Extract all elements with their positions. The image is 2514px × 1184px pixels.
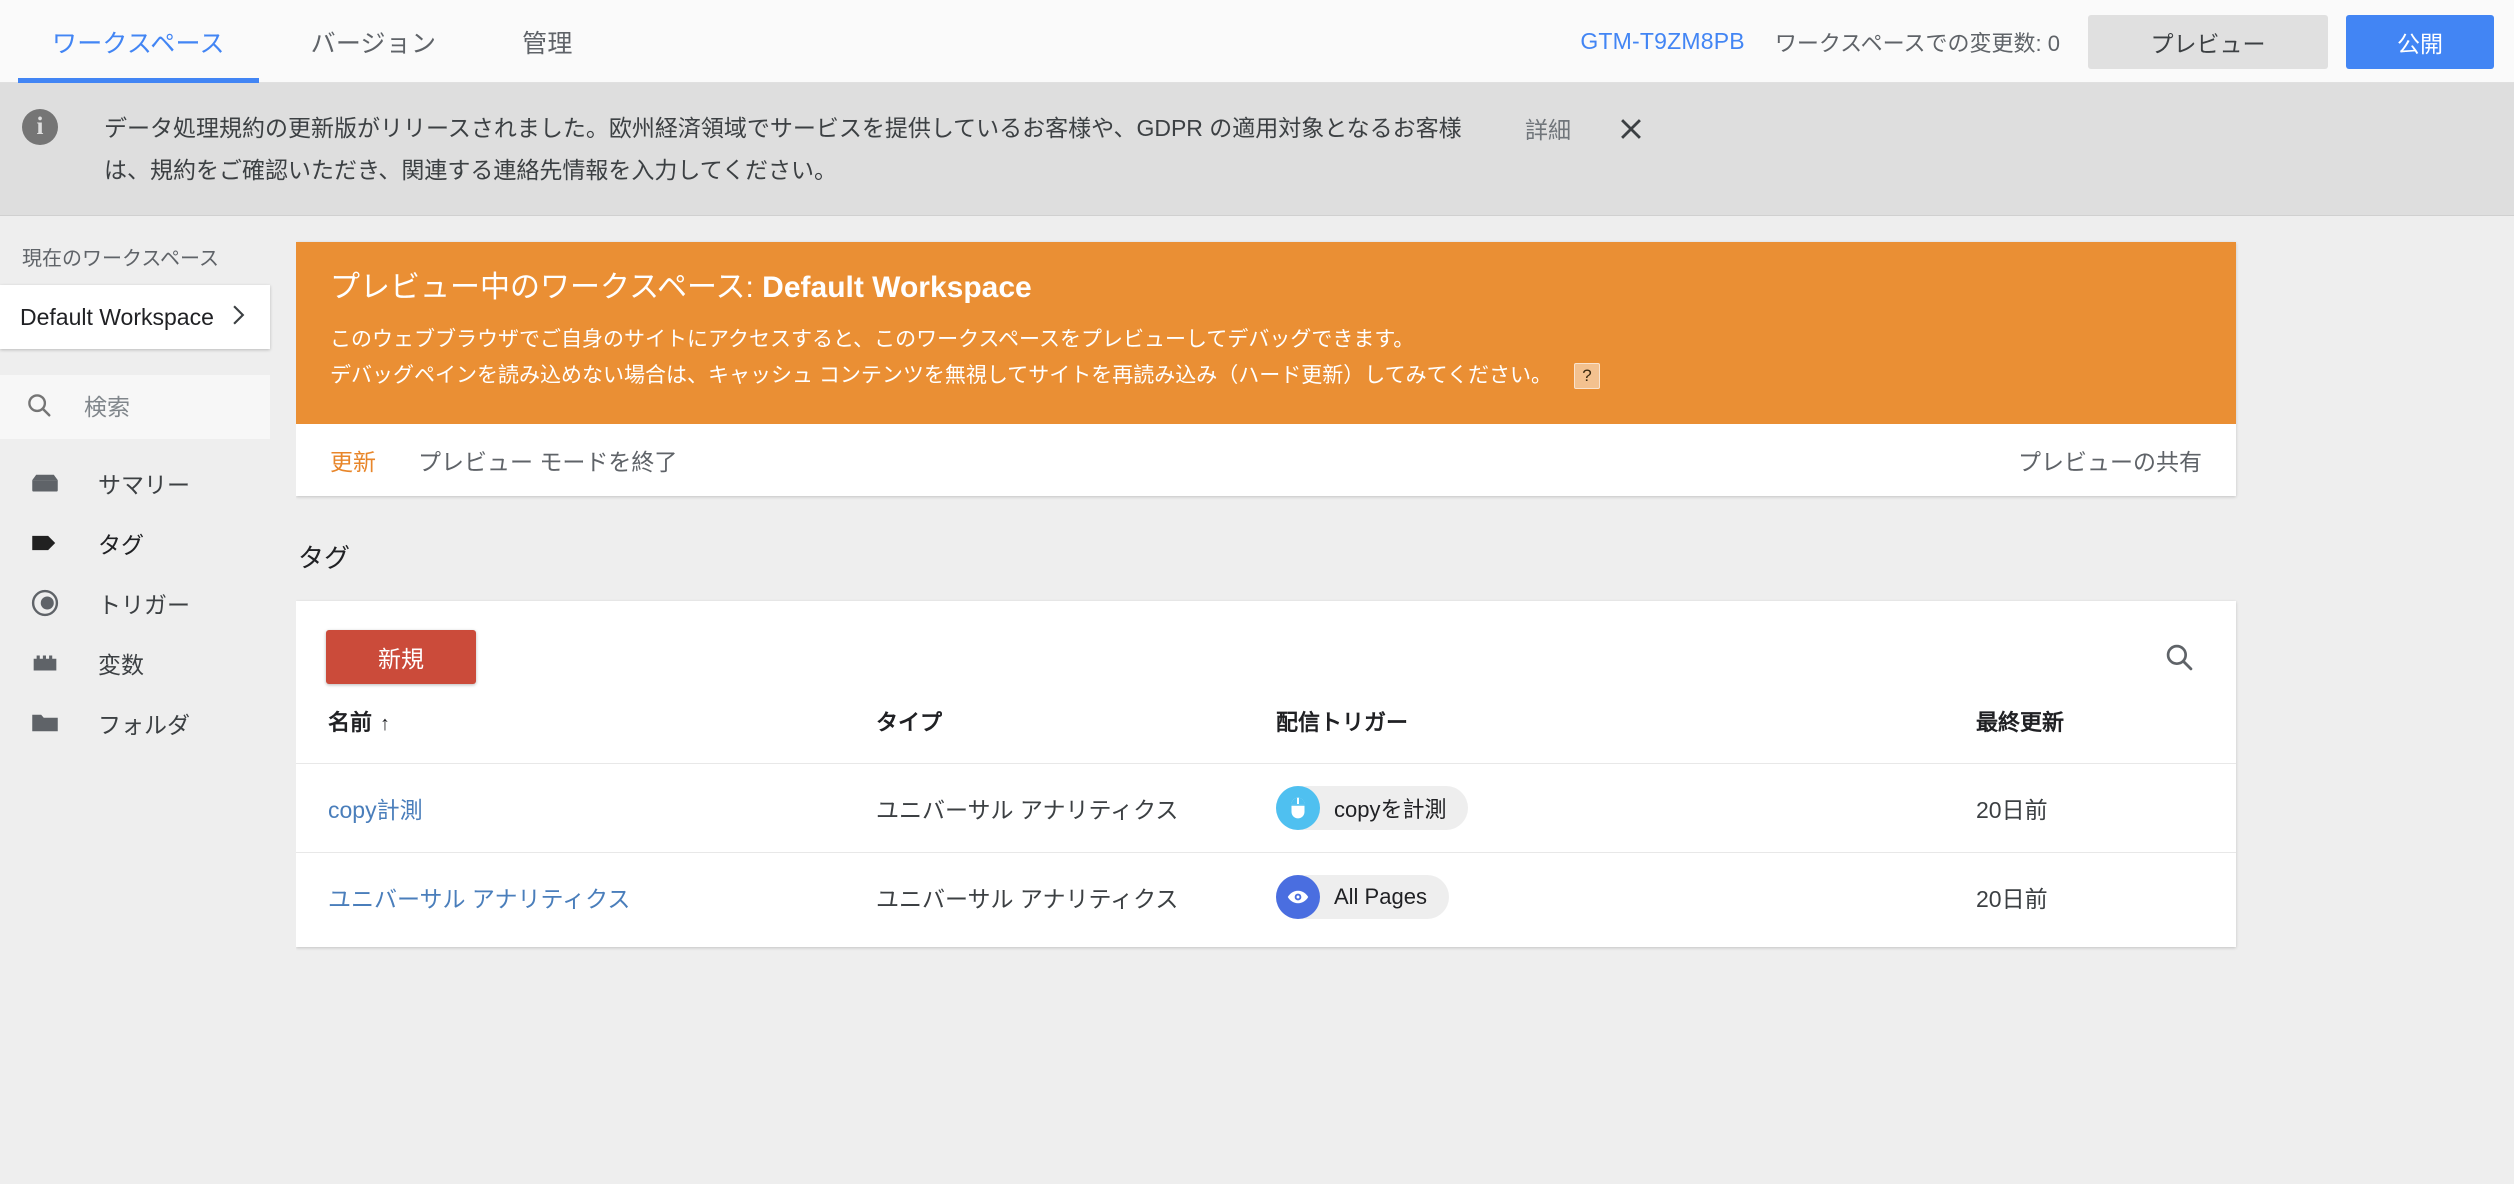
variable-icon: [26, 644, 64, 682]
tags-table-head: 名前 ↑ タイプ 配信トリガー 最終更新: [296, 695, 2236, 764]
column-header-name-label: 名前: [328, 710, 373, 735]
tags-table-card: 新規 名前 ↑ タイプ 配信トリガー 最終更新 copy計測 ユニバーサル アナ…: [296, 601, 2236, 947]
sidebar-item-tags[interactable]: タグ: [0, 513, 296, 573]
main-content: プレビュー中のワークスペース: Default Workspace このウェブブ…: [296, 216, 2514, 1184]
preview-banner-title: プレビュー中のワークスペース: Default Workspace: [330, 268, 2202, 308]
sidebar-item-folders-label: フォルダ: [98, 712, 190, 738]
sidebar-nav: サマリー タグ トリガー 変数 フォルダ: [0, 453, 296, 753]
preview-button[interactable]: プレビュー: [2088, 14, 2328, 69]
trigger-chip[interactable]: copyを計測: [1276, 786, 1469, 830]
trigger-chip[interactable]: All Pages: [1276, 875, 1449, 919]
sidebar-item-triggers-label: トリガー: [98, 592, 190, 618]
preview-workspace-card: プレビュー中のワークスペース: Default Workspace このウェブブ…: [296, 242, 2236, 496]
sort-ascending-icon: ↑: [380, 713, 391, 735]
tags-table-body: copy計測 ユニバーサル アナリティクス copyを計測 20日前 ユニバーサ…: [296, 763, 2236, 941]
column-header-trigger[interactable]: 配信トリガー: [1276, 695, 1976, 764]
tab-workspace-label: ワークスペース: [52, 29, 225, 58]
column-header-type[interactable]: タイプ: [876, 695, 1276, 764]
workspace-name: Default Workspace: [20, 303, 214, 330]
current-workspace-label: 現在のワークスペース: [22, 248, 219, 270]
search-icon[interactable]: [2156, 634, 2202, 680]
table-row[interactable]: ユニバーサル アナリティクス ユニバーサル アナリティクス All Pages …: [296, 852, 2236, 941]
sidebar: 現在のワークスペース Default Workspace 検索 サマリー タグ …: [0, 216, 296, 1184]
tag-type-cell: ユニバーサル アナリティクス: [876, 763, 1276, 853]
table-header-row: 名前 ↑ タイプ 配信トリガー 最終更新: [296, 695, 2236, 764]
tags-section-heading: タグ: [298, 543, 351, 573]
search-icon: [24, 390, 54, 425]
preview-actions-bar: 更新 プレビュー モードを終了 プレビューの共有: [296, 424, 2236, 496]
info-icon: i: [22, 109, 58, 145]
tag-type-cell: ユニバーサル アナリティクス: [876, 852, 1276, 941]
publish-button[interactable]: 公開: [2346, 14, 2494, 69]
folder-icon: [26, 704, 64, 742]
search-input[interactable]: [84, 393, 244, 421]
tag-updated-cell: 20日前: [1976, 852, 2236, 941]
tag-updated-cell: 20日前: [1976, 763, 2236, 853]
sidebar-item-variables[interactable]: 変数: [0, 633, 296, 693]
main-tabs: ワークスペース バージョン 管理: [0, 0, 607, 83]
preview-line1-text: このウェブブラウザでご自身のサイトにアクセスすると、このワークスペースをプレビュ…: [330, 328, 1415, 351]
chevron-right-icon: [224, 302, 250, 333]
tab-workspace[interactable]: ワークスペース: [18, 0, 259, 83]
sidebar-item-triggers[interactable]: トリガー: [0, 573, 296, 633]
tab-versions[interactable]: バージョン: [277, 0, 471, 83]
table-row[interactable]: copy計測 ユニバーサル アナリティクス copyを計測 20日前: [296, 763, 2236, 853]
share-preview-button[interactable]: プレビューの共有: [2018, 443, 2202, 477]
refresh-preview-button[interactable]: 更新: [330, 443, 376, 477]
tab-admin[interactable]: 管理: [488, 0, 606, 83]
notification-details-link[interactable]: 詳細: [1525, 111, 1571, 145]
sidebar-item-summary-label: サマリー: [98, 472, 190, 498]
click-trigger-icon: [1276, 786, 1320, 830]
container-id-link[interactable]: GTM-T9ZM8PB: [1580, 28, 1744, 55]
preview-line2-text: デバッグペインを読み込めない場合は、キャッシュ コンテンツを無視してサイトを再読…: [330, 364, 1552, 387]
tag-name-cell: ユニバーサル アナリティクス: [296, 852, 876, 941]
workspace-changes-count: ワークスペースでの変更数: 0: [1774, 30, 2060, 56]
workspace-selector[interactable]: Default Workspace: [0, 285, 270, 349]
sidebar-item-tags-label: タグ: [98, 532, 144, 558]
preview-title-workspace: Default Workspace: [762, 271, 1032, 304]
trigger-icon: [26, 584, 64, 622]
column-header-updated[interactable]: 最終更新: [1976, 695, 2236, 764]
tab-admin-label: 管理: [522, 29, 573, 58]
tag-name-link[interactable]: ユニバーサル アナリティクス: [328, 886, 630, 912]
tags-table-toolbar: 新規: [296, 601, 2236, 695]
tag-trigger-cell: copyを計測: [1276, 763, 1976, 853]
tag-icon: [26, 524, 64, 562]
preview-banner-line2: デバッグペインを読み込めない場合は、キャッシュ コンテンツを無視してサイトを再読…: [330, 358, 2202, 394]
preview-title-prefix: プレビュー中のワークスペース:: [330, 271, 763, 304]
page-body: 現在のワークスペース Default Workspace 検索 サマリー タグ …: [0, 216, 2514, 1184]
pageview-trigger-icon: [1276, 875, 1320, 919]
preview-banner: プレビュー中のワークスペース: Default Workspace このウェブブ…: [296, 242, 2236, 424]
sidebar-item-variables-label: 変数: [98, 652, 144, 678]
tag-name-cell: copy計測: [296, 763, 876, 853]
column-header-name[interactable]: 名前 ↑: [296, 695, 876, 764]
trigger-chip-label: copyを計測: [1334, 797, 1447, 822]
tag-trigger-cell: All Pages: [1276, 852, 1976, 941]
sidebar-search[interactable]: [0, 375, 270, 439]
sidebar-item-folders[interactable]: フォルダ: [0, 693, 296, 753]
exit-preview-mode-button[interactable]: プレビュー モードを終了: [418, 443, 677, 477]
help-icon[interactable]: ?: [1573, 363, 1600, 389]
notification-banner: i データ処理規約の更新版がリリースされました。欧州経済領域でサービスを提供して…: [0, 83, 2514, 216]
tag-name-link[interactable]: copy計測: [328, 797, 423, 823]
top-navigation-bar: ワークスペース バージョン 管理 GTM-T9ZM8PB ワークスペースでの変更…: [0, 0, 2514, 83]
notification-message: データ処理規約の更新版がリリースされました。欧州経済領域でサービスを提供している…: [104, 115, 1462, 183]
new-tag-button[interactable]: 新規: [326, 630, 476, 684]
trigger-chip-label: All Pages: [1334, 884, 1427, 909]
preview-banner-line1: このウェブブラウザでご自身のサイトにアクセスすると、このワークスペースをプレビュ…: [330, 322, 2202, 358]
summary-icon: [26, 464, 64, 502]
tags-table: 名前 ↑ タイプ 配信トリガー 最終更新 copy計測 ユニバーサル アナリティク…: [296, 695, 2236, 941]
top-bar-actions: GTM-T9ZM8PB ワークスペースでの変更数: 0 プレビュー 公開: [1580, 0, 2514, 83]
sidebar-item-summary[interactable]: サマリー: [0, 453, 296, 513]
tab-versions-label: バージョン: [310, 29, 437, 58]
close-icon[interactable]: [1609, 107, 1653, 151]
